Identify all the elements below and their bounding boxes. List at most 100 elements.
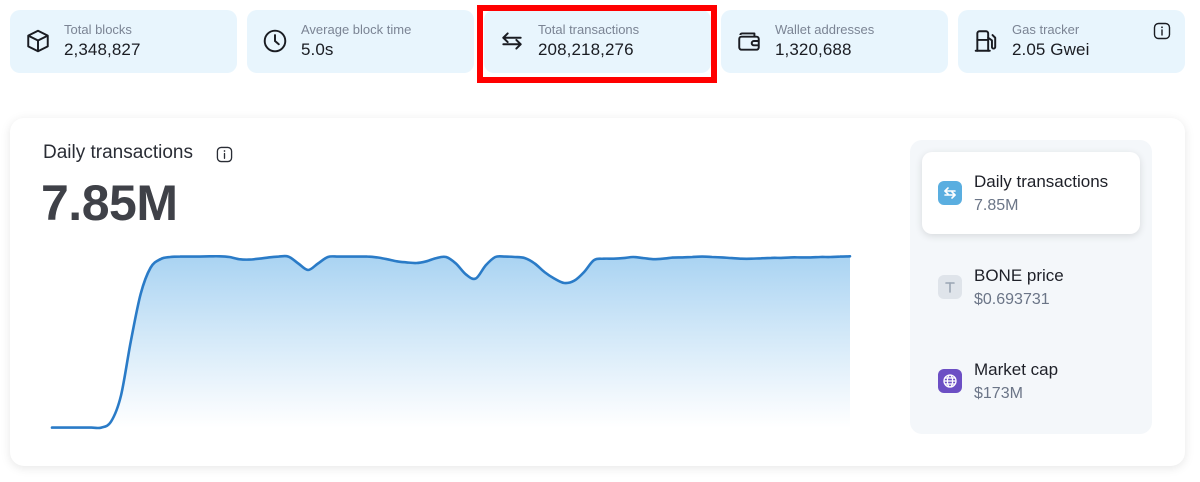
chart-data-point[interactable]: [551, 276, 557, 282]
chart-data-point[interactable]: [689, 254, 695, 260]
chart-selector-panel: Daily transactions 7.85M BONE price $0.6…: [910, 140, 1152, 434]
panel-item-market-cap[interactable]: Market cap $173M: [922, 340, 1140, 422]
chart-title: Daily transactions: [43, 142, 193, 163]
cube-icon: [25, 28, 51, 54]
chart-data-point[interactable]: [394, 258, 400, 264]
stat-label: Wallet addresses: [775, 22, 875, 37]
chart-data-point[interactable]: [364, 254, 370, 260]
panel-item-title: Market cap: [974, 360, 1059, 379]
token-t-icon: [938, 275, 962, 299]
chart-data-point[interactable]: [453, 261, 459, 267]
chart-data-point[interactable]: [325, 254, 331, 260]
chart-data-point[interactable]: [59, 425, 65, 431]
chart-data-point[interactable]: [177, 254, 183, 260]
chart-data-point[interactable]: [345, 254, 351, 260]
chart-data-point[interactable]: [561, 280, 567, 286]
chart-data-point[interactable]: [571, 278, 577, 284]
stat-total-blocks: Total blocks 2,348,827: [10, 10, 237, 73]
chart-data-point[interactable]: [502, 254, 508, 260]
chart-data-point[interactable]: [285, 254, 291, 260]
chart-data-point[interactable]: [630, 254, 636, 260]
chart-data-point[interactable]: [414, 260, 420, 266]
chart-data-point[interactable]: [620, 255, 626, 261]
panel-item-value: 7.85M: [974, 197, 1019, 214]
chart-data-point[interactable]: [601, 256, 607, 262]
chart-data-point[interactable]: [246, 257, 252, 263]
chart-data-point[interactable]: [808, 254, 814, 260]
chart-data-point[interactable]: [650, 256, 656, 262]
chart-data-point[interactable]: [335, 254, 341, 260]
panel-item-bone-price[interactable]: BONE price $0.693731: [922, 246, 1140, 328]
chart-data-point[interactable]: [739, 256, 745, 262]
chart-data-point[interactable]: [660, 256, 666, 262]
chart-data-point[interactable]: [266, 254, 272, 260]
chart-data-point[interactable]: [404, 259, 410, 265]
chart-data-point[interactable]: [207, 253, 213, 259]
chart-data-point[interactable]: [295, 261, 301, 267]
chart-data-point[interactable]: [69, 425, 75, 431]
chart-data-point[interactable]: [167, 254, 173, 260]
info-icon[interactable]: [1153, 22, 1171, 40]
chart-data-point[interactable]: [611, 256, 617, 262]
chart-data-point[interactable]: [187, 254, 193, 260]
panel-item-daily-transactions[interactable]: Daily transactions 7.85M: [922, 152, 1140, 234]
chart-data-point[interactable]: [591, 257, 597, 263]
chart-data-point[interactable]: [847, 253, 853, 259]
chart-data-point[interactable]: [483, 263, 489, 269]
chart-data-point[interactable]: [788, 254, 794, 260]
chart-data-point[interactable]: [532, 261, 538, 267]
chart-data-point[interactable]: [492, 254, 498, 260]
chart-data-point[interactable]: [157, 256, 163, 262]
chart-data-point[interactable]: [699, 254, 705, 260]
chart-data-point[interactable]: [640, 255, 646, 261]
chart-data-point[interactable]: [384, 256, 390, 262]
chart-data-point[interactable]: [522, 255, 528, 261]
info-icon[interactable]: [216, 146, 233, 163]
stat-gas-tracker: Gas tracker 2.05 Gwei: [958, 10, 1185, 73]
chart-data-point[interactable]: [473, 276, 479, 282]
chart-data-point[interactable]: [79, 425, 85, 431]
chart-data-point[interactable]: [837, 254, 843, 260]
chart-data-point[interactable]: [709, 254, 715, 260]
chart-data-point[interactable]: [581, 269, 587, 275]
chart-data-point[interactable]: [226, 254, 232, 260]
chart-data-point[interactable]: [108, 419, 114, 425]
chart-data-point[interactable]: [305, 267, 311, 273]
chart-data-point[interactable]: [50, 425, 55, 431]
chart-data-point[interactable]: [680, 254, 686, 260]
stat-total-transactions: Total transactions 208,218,276: [484, 10, 711, 73]
chart-data-point[interactable]: [542, 269, 548, 275]
stat-value: 2.05 Gwei: [1012, 40, 1090, 59]
chart-data-point[interactable]: [256, 256, 262, 262]
chart-data-point[interactable]: [463, 271, 469, 277]
chart-data-point[interactable]: [217, 253, 223, 259]
chart-data-point[interactable]: [778, 255, 784, 261]
chart-data-point[interactable]: [423, 258, 429, 264]
chart-data-point[interactable]: [128, 338, 134, 344]
chart-data-point[interactable]: [749, 256, 755, 262]
chart-data-point[interactable]: [236, 256, 242, 262]
chart-data-point[interactable]: [729, 255, 735, 261]
chart-data-point[interactable]: [758, 255, 764, 261]
chart-data-point[interactable]: [798, 254, 804, 260]
stat-value: 208,218,276: [538, 40, 634, 59]
chart-data-point[interactable]: [374, 254, 380, 260]
chart-data-point[interactable]: [118, 393, 124, 399]
chart-data-point[interactable]: [88, 425, 94, 431]
chart-data-point[interactable]: [197, 254, 203, 260]
chart-data-point[interactable]: [276, 254, 282, 260]
chart-data-point[interactable]: [827, 254, 833, 260]
chart-data-point[interactable]: [433, 255, 439, 261]
chart-data-point[interactable]: [138, 291, 144, 297]
chart-data-point[interactable]: [719, 254, 725, 260]
chart-data-point[interactable]: [354, 254, 360, 260]
chart-data-point[interactable]: [98, 425, 104, 431]
chart-data-point[interactable]: [768, 255, 774, 261]
stat-value: 2,348,827: [64, 40, 141, 59]
chart-data-point[interactable]: [512, 254, 518, 260]
chart-data-point[interactable]: [315, 261, 321, 267]
chart-data-point[interactable]: [817, 254, 823, 260]
chart-data-point[interactable]: [443, 254, 449, 260]
chart-data-point[interactable]: [670, 255, 676, 261]
chart-data-point[interactable]: [148, 265, 154, 271]
